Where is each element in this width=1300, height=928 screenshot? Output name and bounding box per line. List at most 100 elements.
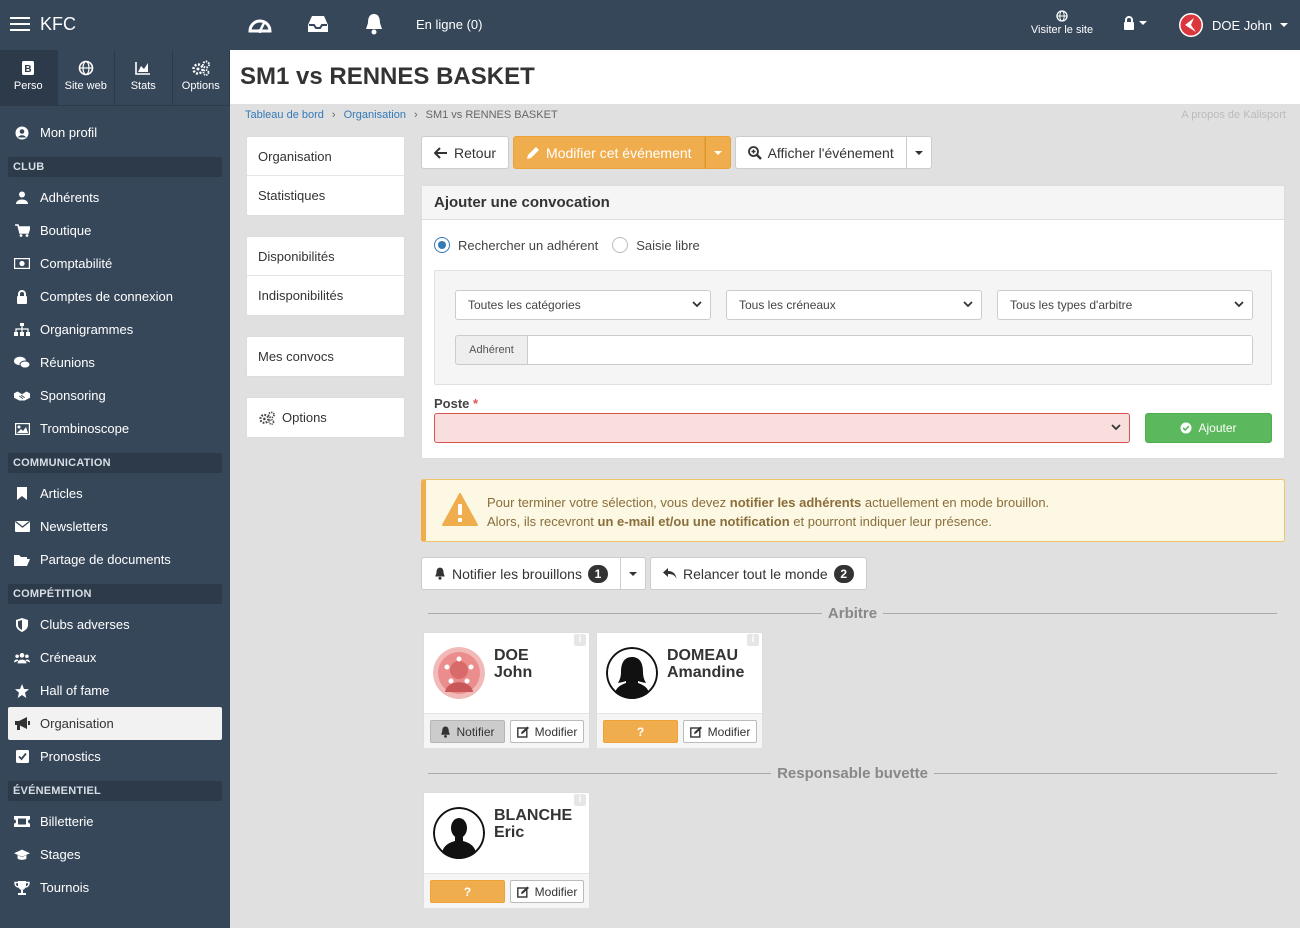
sidebar-item-reunions[interactable]: Réunions (0, 346, 222, 379)
dashboard-gauge-icon[interactable] (248, 13, 272, 35)
sidebar-item-partage-de-documents[interactable]: Partage de documents (0, 543, 222, 576)
sidebar-tab-options[interactable]: Options (173, 50, 230, 105)
view-event-dropdown[interactable] (906, 136, 932, 169)
sidebar-item-trombinoscope[interactable]: Trombinoscope (0, 412, 222, 445)
divider-line (883, 612, 1277, 614)
left-menu-disponibilites[interactable]: Disponibilités (247, 237, 404, 276)
left-menu-statistiques[interactable]: Statistiques (247, 176, 404, 215)
edit-event-label: Modifier cet événement (546, 144, 692, 161)
sidebar-section-evenementiel: ÉVÉNEMENTIEL (8, 781, 222, 801)
select-value: Toutes les catégories (468, 298, 581, 312)
left-menu-organisation[interactable]: Organisation (247, 137, 404, 176)
person-first-name: Eric (494, 824, 525, 841)
notify-drafts-dropdown[interactable] (620, 557, 646, 590)
sidebar-item-label: Réunions (40, 355, 95, 370)
radio-dot (434, 237, 450, 253)
convocation-card: i DOE John Notifier Modifier (423, 632, 590, 748)
group-title: Responsable buvette (777, 764, 928, 782)
radio-search-member[interactable]: Rechercher un adhérent (434, 237, 598, 253)
sidebar-item-label: Hall of fame (40, 683, 110, 698)
sidebar-item-comptabilite[interactable]: Comptabilité (0, 247, 222, 280)
edit-event-dropdown[interactable] (704, 136, 731, 169)
user-menu[interactable]: DOE John (1178, 12, 1288, 38)
info-icon[interactable]: i (747, 634, 759, 646)
edit-icon (516, 886, 529, 898)
alert-text-part: Alors, ils recevront (487, 514, 598, 529)
presence-status-button[interactable]: ? (603, 720, 678, 743)
edit-person-button[interactable]: Modifier (510, 880, 584, 903)
sidebar-item-tournois[interactable]: Tournois (0, 871, 222, 904)
about-link[interactable]: A propos de Kalisport (1181, 109, 1286, 121)
referee-type-select[interactable]: Tous les types d'arbitre (997, 290, 1253, 320)
breadcrumb-organisation[interactable]: Organisation (344, 109, 406, 121)
notify-drafts-button[interactable]: Notifier les brouillons 1 (421, 557, 621, 590)
bell-icon[interactable] (364, 13, 384, 35)
poste-label: Poste * (434, 396, 478, 411)
lock-menu[interactable] (1123, 16, 1147, 30)
hamburger-menu-icon[interactable] (10, 13, 30, 35)
add-button[interactable]: Ajouter (1145, 413, 1272, 443)
card-actions: ? Modifier (597, 713, 762, 748)
warning-icon (442, 493, 478, 526)
sidebar-section-club: CLUB (8, 157, 222, 177)
edit-person-button[interactable]: Modifier (510, 720, 584, 743)
sidebar-item-newsletters[interactable]: Newsletters (0, 510, 222, 543)
sidebar-item-clubs-adverses[interactable]: Clubs adverses (0, 608, 222, 641)
gears-icon (259, 410, 275, 425)
chart-icon (135, 62, 151, 75)
notification-actions: Notifier les brouillons 1 Relancer tout … (421, 557, 867, 590)
sidebar-tab-stats[interactable]: Stats (115, 50, 173, 105)
left-menu-options-item[interactable]: Options (247, 398, 404, 437)
breadcrumb-dashboard[interactable]: Tableau de bord (245, 109, 324, 121)
category-select[interactable]: Toutes les catégories (455, 290, 711, 320)
sidebar-item-mon-profil[interactable]: Mon profil (0, 116, 222, 149)
view-event-button[interactable]: Afficher l'événement (734, 136, 907, 169)
radio-free-entry[interactable]: Saisie libre (612, 237, 700, 253)
sidebar-tab-site-web[interactable]: Site web (58, 50, 115, 105)
sidebar-item-pronostics[interactable]: Pronostics (0, 740, 222, 773)
select-value: Tous les créneaux (739, 298, 836, 312)
sidebar-item-billetterie[interactable]: Billetterie (0, 805, 222, 838)
search-filters: Toutes les catégories Tous les créneaux … (434, 270, 1272, 385)
presence-status-button[interactable]: ? (430, 880, 505, 903)
online-status[interactable]: En ligne (0) (416, 17, 482, 32)
back-button[interactable]: Retour (421, 136, 510, 169)
sidebar-item-sponsoring[interactable]: Sponsoring (0, 379, 222, 412)
back-button-label: Retour (454, 144, 497, 161)
sidebar-item-articles[interactable]: Articles (0, 477, 222, 510)
person-name: BLANCHE Eric (494, 807, 572, 841)
sidebar-item-comptes-de-connexion[interactable]: Comptes de connexion (0, 280, 222, 313)
left-menu-mes-convocs[interactable]: Mes convocs (247, 337, 404, 376)
notify-person-button[interactable]: Notifier (430, 720, 505, 743)
sidebar-item-hall-of-fame[interactable]: Hall of fame (0, 674, 222, 707)
remind-all-button[interactable]: Relancer tout le monde 2 (649, 557, 867, 590)
left-menu-indisponibilites[interactable]: Indisponibilités (247, 276, 404, 315)
sidebar-item-organigrammes[interactable]: Organigrammes (0, 313, 222, 346)
inbox-icon[interactable] (306, 13, 330, 35)
slot-select[interactable]: Tous les créneaux (726, 290, 982, 320)
visit-site-label: Visiter le site (1030, 24, 1094, 36)
alert-line-2: Alors, ils recevront un e-mail et/ou une… (487, 512, 1049, 531)
sidebar-item-boutique[interactable]: Boutique (0, 214, 222, 247)
sidebar-item-stages[interactable]: Stages (0, 838, 222, 871)
edit-person-button[interactable]: Modifier (683, 720, 757, 743)
brand[interactable]: KFC (10, 13, 76, 35)
poste-select[interactable] (434, 413, 1130, 443)
info-icon[interactable]: i (574, 794, 586, 806)
sidebar-item-organisation[interactable]: Organisation (8, 707, 222, 740)
member-search-input[interactable] (527, 335, 1253, 365)
info-icon[interactable]: i (574, 634, 586, 646)
alert-text-strong: un e-mail et/ou une notification (597, 514, 790, 529)
reply-icon (662, 567, 677, 579)
sidebar-item-label: Trombinoscope (40, 421, 130, 436)
globe-icon (78, 60, 94, 76)
sidebar-item-adherents[interactable]: Adhérents (0, 181, 222, 214)
star-icon (14, 683, 30, 698)
edit-event-button[interactable]: Modifier cet événement (513, 136, 705, 169)
arrow-left-icon (434, 146, 447, 159)
shield-icon (14, 617, 30, 632)
sidebar-item-creneaux[interactable]: Créneaux (0, 641, 222, 674)
visit-site-link[interactable]: Visiter le site (1026, 10, 1098, 36)
comments-icon (14, 356, 30, 369)
sidebar-tab-perso[interactable]: B Perso (0, 50, 58, 105)
